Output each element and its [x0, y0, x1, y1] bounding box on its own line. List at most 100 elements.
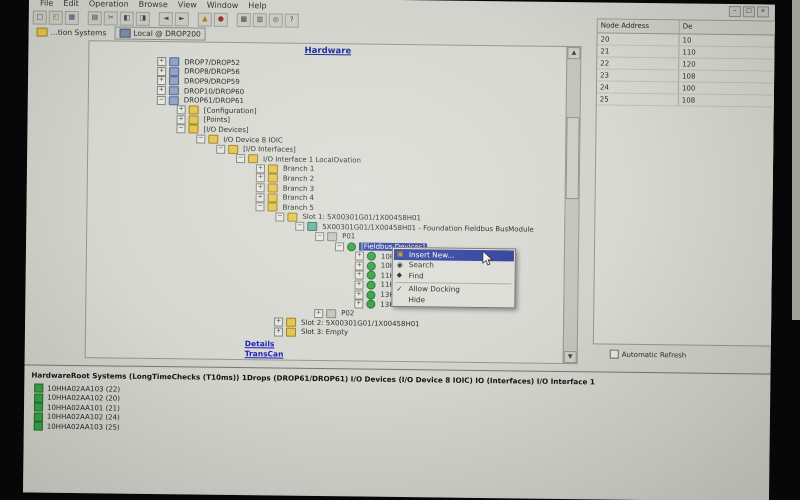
copy-icon[interactable]: ◧: [120, 11, 134, 25]
column-node-address[interactable]: Node Address: [598, 19, 680, 33]
tree-item-label[interactable]: DROP9/DROP59: [182, 77, 242, 86]
scroll-down-icon[interactable]: ▼: [564, 351, 577, 363]
menu-window[interactable]: Window: [202, 0, 244, 10]
close-icon[interactable]: ×: [757, 6, 769, 17]
tree-item-label[interactable]: DROP61/DROP61: [182, 97, 246, 106]
tree-item-label[interactable]: Branch 5: [280, 203, 315, 211]
tree-expander-icon[interactable]: +: [157, 77, 166, 86]
menu-edit[interactable]: Edit: [58, 0, 84, 8]
maximize-icon[interactable]: □: [743, 6, 755, 17]
tree-expander-icon[interactable]: −: [236, 154, 245, 163]
tree-item-label[interactable]: Slot 1: 5X00301G01/1X00458H01: [300, 213, 423, 222]
tab-local-drop200[interactable]: Local @ DROP200: [114, 27, 206, 41]
details-link[interactable]: Details: [245, 339, 275, 348]
tree-item-label[interactable]: [I/O Interfaces]: [241, 145, 298, 154]
tree-item-label[interactable]: [Points]: [202, 116, 233, 124]
tree-expander-icon[interactable]: −: [275, 212, 284, 221]
tree-expander-icon[interactable]: +: [157, 67, 166, 76]
print-icon[interactable]: ▤: [88, 11, 102, 25]
tree-expander-icon[interactable]: +: [157, 57, 166, 66]
menu-file[interactable]: File: [35, 0, 58, 7]
node-address-cell: 20: [598, 33, 680, 45]
find-icon[interactable]: ◎: [269, 13, 283, 27]
tree-item-label[interactable]: Slot 3: Empty: [299, 328, 350, 337]
tree-expander-icon[interactable]: +: [354, 300, 363, 309]
tree-expander-icon[interactable]: +: [256, 183, 265, 192]
tree-expander-icon[interactable]: +: [256, 164, 265, 173]
tree-expander-icon[interactable]: +: [355, 261, 364, 270]
tree-item-label[interactable]: Branch 2: [281, 174, 316, 182]
help-icon[interactable]: ?: [285, 13, 299, 27]
folder-icon: [267, 203, 277, 212]
minimize-icon[interactable]: –: [729, 6, 741, 17]
tree-item-label[interactable]: [I/O Devices]: [201, 126, 250, 135]
list-item[interactable]: 10HHA02AA103 (25): [34, 422, 120, 433]
device-icon: [367, 261, 376, 270]
tree-expander-icon[interactable]: +: [355, 252, 364, 261]
column-device[interactable]: De: [680, 20, 775, 34]
tree-item-label[interactable]: P02: [339, 310, 356, 318]
tree-expander-icon[interactable]: +: [157, 86, 166, 95]
tree-expander-icon[interactable]: +: [274, 327, 283, 336]
folder-icon: [188, 125, 198, 134]
save-icon[interactable]: ▦: [65, 10, 79, 24]
tree-expander-icon[interactable]: −: [157, 96, 166, 105]
tree-expander-icon[interactable]: −: [335, 242, 344, 251]
tree-item-label[interactable]: Branch 3: [281, 184, 316, 192]
tree-expander-icon[interactable]: −: [176, 125, 185, 134]
menu-help[interactable]: Help: [243, 1, 271, 10]
tab-systems[interactable]: ...tion Systems: [37, 28, 107, 38]
redo-icon[interactable]: ►: [175, 12, 189, 26]
tree-expander-icon[interactable]: +: [355, 271, 364, 280]
tree-expander-icon[interactable]: −: [196, 135, 205, 144]
tree-expander-icon[interactable]: +: [177, 106, 186, 115]
tree-scrollbar[interactable]: ▲ ▼: [563, 46, 582, 364]
tree-item-label[interactable]: P01: [340, 233, 357, 241]
menu-view[interactable]: View: [173, 0, 202, 9]
tree-item-label[interactable]: Branch 1: [281, 165, 316, 173]
tree-item-label[interactable]: DROP7/DROP52: [182, 58, 242, 67]
tree-expander-icon[interactable]: +: [314, 309, 323, 318]
tree-item-label[interactable]: DROP10/DROP60: [182, 87, 246, 96]
alarm-icon[interactable]: ▲: [198, 12, 212, 26]
stop-icon[interactable]: ●: [214, 12, 228, 26]
toolbar-separator: [152, 12, 157, 24]
menu-browse[interactable]: Browse: [134, 0, 173, 9]
device-icon: [367, 271, 376, 280]
open-folder-icon[interactable]: ◰: [49, 10, 63, 24]
context-menu-item-hide[interactable]: Hide: [393, 294, 513, 306]
insert-new-icon: ▣: [397, 249, 409, 259]
tree-expander-icon[interactable]: +: [256, 174, 265, 183]
context-menu-item-find[interactable]: ◆Find: [394, 270, 514, 282]
node-address-cell: 25: [597, 93, 679, 105]
tree-item-label[interactable]: I/O Device 8 IOIC: [221, 135, 285, 144]
scroll-up-icon[interactable]: ▲: [567, 47, 580, 59]
paste-icon[interactable]: ◨: [136, 11, 150, 25]
device-label: 10HHA02AA102 (24): [47, 413, 120, 422]
automatic-refresh-checkbox[interactable]: [610, 350, 619, 359]
tree-expander-icon[interactable]: −: [315, 232, 324, 241]
grid-view-icon[interactable]: ▥: [253, 13, 267, 27]
tree-expander-icon[interactable]: −: [216, 144, 225, 153]
menu-operation[interactable]: Operation: [84, 0, 134, 8]
tree-expander-icon[interactable]: +: [354, 280, 363, 289]
new-file-icon[interactable]: □: [33, 10, 47, 24]
tree-view-icon[interactable]: ▩: [237, 13, 251, 27]
scrollbar-thumb[interactable]: [566, 117, 580, 199]
tree-expander-icon[interactable]: −: [255, 202, 264, 211]
tree-expander-icon[interactable]: +: [354, 290, 363, 299]
transcan-link[interactable]: TransCan: [245, 349, 284, 358]
tree-item-label[interactable]: I/O Interface 1 LocalOvation: [261, 155, 363, 164]
undo-icon[interactable]: ◄: [159, 12, 173, 26]
tree-expander-icon[interactable]: −: [295, 222, 304, 231]
tree-item-label[interactable]: Branch 4: [281, 194, 316, 202]
context-menu-item-label: Insert New...: [409, 250, 455, 260]
tree-item-label[interactable]: Slot 2: 5X00301G01/1X00458H01: [299, 319, 422, 328]
tree-expander-icon[interactable]: +: [177, 115, 186, 124]
table-row[interactable]: 25108: [597, 93, 775, 107]
tree-expander-icon[interactable]: +: [256, 193, 265, 202]
cut-icon[interactable]: ✂: [104, 11, 118, 25]
tree-item-label[interactable]: DROP8/DROP56: [182, 68, 242, 77]
tree-item-label[interactable]: [Configuration]: [202, 106, 259, 115]
tree-expander-icon[interactable]: +: [274, 318, 283, 327]
